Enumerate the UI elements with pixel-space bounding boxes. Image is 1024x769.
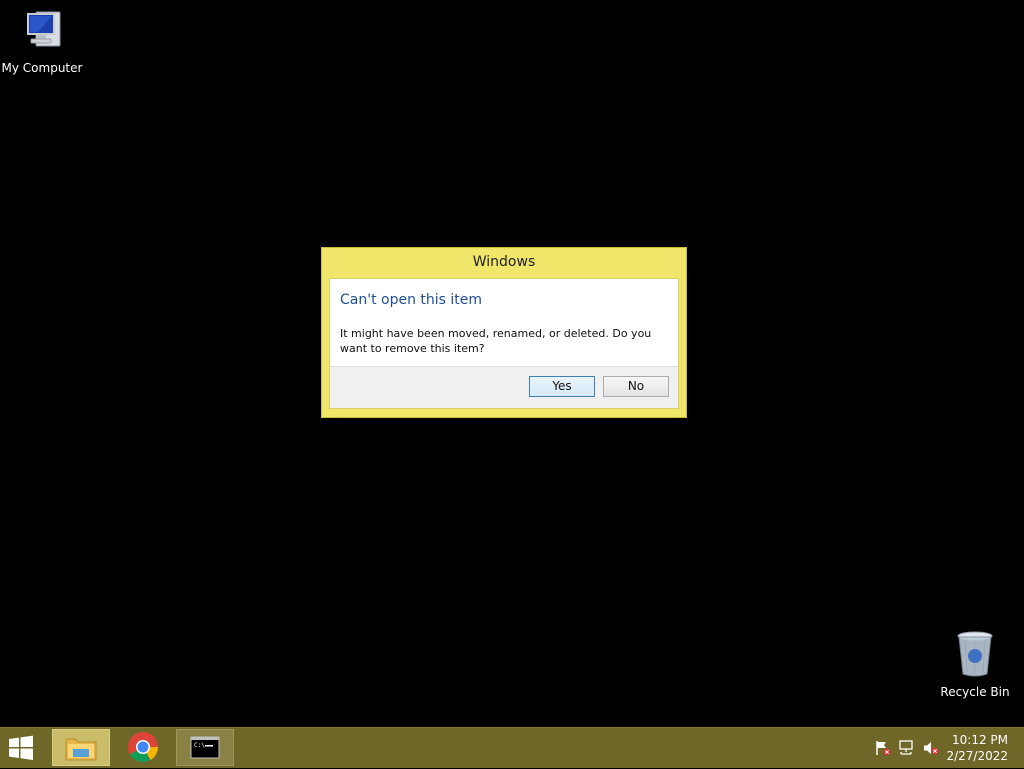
file-explorer-icon <box>53 738 109 769</box>
yes-button[interactable]: Yes <box>529 376 595 397</box>
taskbar-clock[interactable]: 10:12 PM 2/27/2022 <box>938 732 1008 764</box>
taskbar-chrome[interactable] <box>114 729 172 766</box>
svg-text:C:\: C:\ <box>194 742 205 749</box>
desktop-icon-my-computer[interactable]: My Computer <box>0 8 84 75</box>
dialog-heading: Can't open this item <box>340 292 483 308</box>
start-button[interactable] <box>6 734 42 762</box>
command-prompt-icon: C:\ <box>177 736 233 769</box>
network-icon[interactable] <box>898 740 916 756</box>
dialog-button-bar: Yes No <box>330 366 678 408</box>
dialog-body: Can't open this item It might have been … <box>329 278 679 409</box>
desktop-icon-label: Recycle Bin <box>940 685 1010 699</box>
taskbar-file-explorer[interactable] <box>52 729 110 766</box>
dialog-message: It might have been moved, renamed, or de… <box>340 327 652 355</box>
action-center-flag-icon[interactable] <box>874 740 892 756</box>
clock-date: 2/27/2022 <box>946 749 1008 763</box>
error-dialog: Windows Can't open this item It might ha… <box>321 247 687 418</box>
no-button[interactable]: No <box>603 376 669 397</box>
computer-icon <box>18 11 66 58</box>
taskbar: C:\ 10:12 PM 2/27/2022 <box>0 727 1024 768</box>
desktop-icon-recycle-bin[interactable]: Recycle Bin <box>933 630 1017 699</box>
recycle-bin-icon <box>953 631 997 682</box>
windows-logo-icon <box>6 735 36 766</box>
dialog-title: Windows <box>472 254 536 270</box>
desktop-icon-label: My Computer <box>1 61 83 75</box>
clock-time: 10:12 PM <box>952 733 1008 747</box>
chrome-icon <box>114 732 170 768</box>
taskbar-command-prompt[interactable]: C:\ <box>176 729 234 766</box>
